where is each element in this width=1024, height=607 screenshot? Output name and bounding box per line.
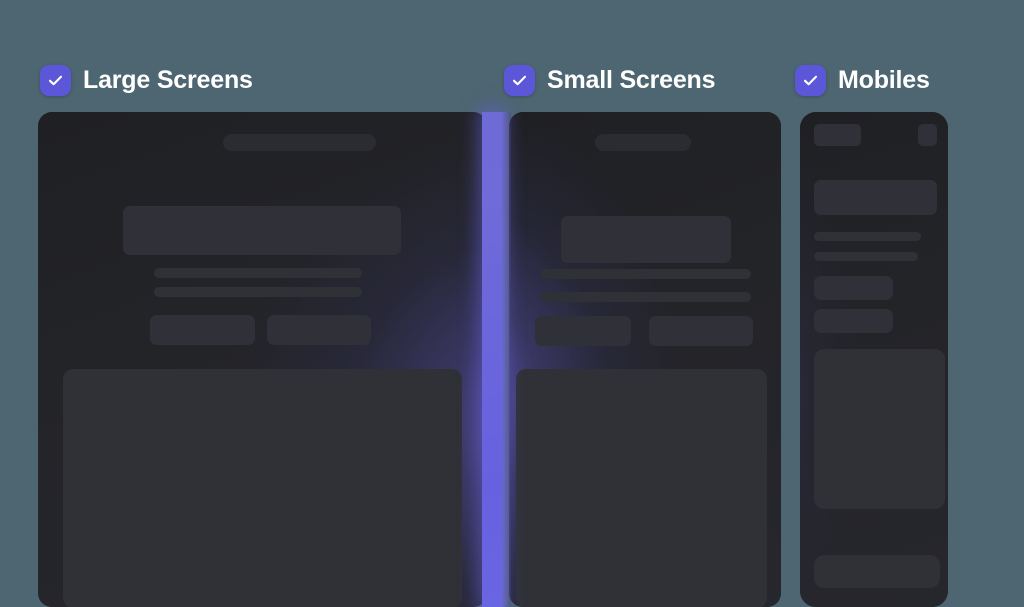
device-preview-small-screens[interactable] [509,112,781,607]
skeleton-hero-image [814,349,945,509]
device-screen-large [38,112,487,607]
skeleton-button-secondary[interactable] [649,316,753,346]
checkbox-checked-icon[interactable] [40,64,71,96]
skeleton-navbar [223,134,376,151]
device-screen-small [509,112,781,607]
skeleton-heading [123,206,401,255]
skeleton-heading [814,180,937,215]
skeleton-hero-image [516,369,767,607]
skeleton-text-line [154,268,362,278]
skeleton-heading [561,216,731,263]
checkbox-row-large-screens[interactable]: Large Screens [40,63,253,97]
skeleton-text-line [540,269,751,279]
checkbox-checked-icon[interactable] [504,64,535,96]
divider-glow-edge [502,112,511,607]
label-mobiles: Mobiles [838,65,930,94]
checkbox-row-small-screens[interactable]: Small Screens [504,63,716,97]
skeleton-button-secondary[interactable] [267,315,371,345]
checkbox-row-mobiles[interactable]: Mobiles [795,63,930,97]
skeleton-hero-image [63,369,462,607]
skeleton-button-secondary[interactable] [814,309,893,333]
device-preview-large-screens[interactable] [38,112,487,607]
label-large-screens: Large Screens [83,65,253,94]
skeleton-logo [814,124,861,146]
skeleton-button-primary[interactable] [814,276,893,300]
resize-handle-divider[interactable] [482,112,502,607]
skeleton-text-line [814,252,918,261]
device-screen-mobile [800,112,948,607]
device-preview-mobiles[interactable] [800,112,948,607]
skeleton-text-line [154,287,362,297]
skeleton-text-line [540,292,751,302]
skeleton-footer-bar [814,555,940,588]
label-small-screens: Small Screens [547,65,716,94]
skeleton-button-primary[interactable] [150,315,255,345]
checkbox-checked-icon[interactable] [795,64,826,96]
skeleton-button-primary[interactable] [535,316,631,346]
skeleton-navbar [595,134,691,151]
skeleton-text-line [814,232,921,241]
skeleton-menu-button[interactable] [918,124,937,146]
responsive-preview-canvas: Large Screens Small Screens Mobiles [0,0,1024,607]
